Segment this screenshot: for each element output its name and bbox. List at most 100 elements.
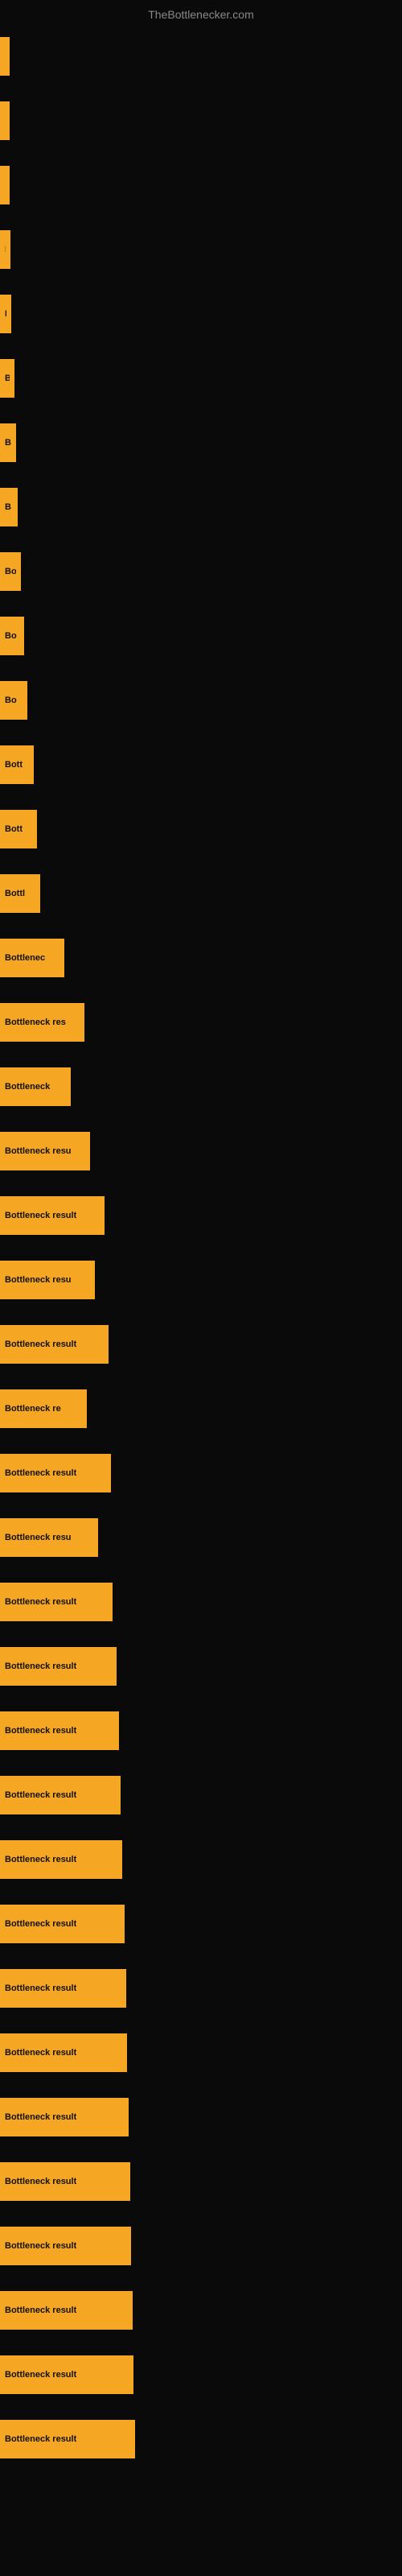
bar-label-38: Bottleneck result (5, 2434, 76, 2444)
bar-row: Bottleneck result (0, 1441, 402, 1505)
bar-row (0, 24, 402, 89)
bar-label-24: Bottleneck resu (5, 1533, 72, 1542)
bar-row: Bo (0, 539, 402, 604)
bar-7: B (0, 423, 16, 462)
bar-label-18: Bottleneck resu (5, 1146, 72, 1156)
bar-18: Bottleneck resu (0, 1132, 90, 1170)
bar-label-12: Bott (5, 760, 23, 770)
bar-9: Bo (0, 552, 21, 591)
bar-11: Bo (0, 681, 27, 720)
bar-label-30: Bottleneck result (5, 1919, 76, 1929)
bar-6: B (0, 359, 14, 398)
bar-label-8: B (5, 502, 11, 512)
bar-row: Bottleneck result (0, 1892, 402, 1956)
bar-label-9: Bo (5, 567, 16, 576)
bar-row: Bottleneck result (0, 1183, 402, 1248)
bar-21: Bottleneck result (0, 1325, 109, 1364)
bar-row: E (0, 153, 402, 217)
bar-label-36: Bottleneck result (5, 2306, 76, 2315)
bar-35: Bottleneck result (0, 2227, 131, 2265)
bar-row: B (0, 475, 402, 539)
bar-33: Bottleneck result (0, 2098, 129, 2136)
bar-row: Bottleneck result (0, 1699, 402, 1763)
bar-label-17: Bottleneck (5, 1082, 50, 1092)
bar-row: Bottleneck resu (0, 1505, 402, 1570)
bar-5: E (0, 295, 11, 333)
bar-22: Bottleneck re (0, 1389, 87, 1428)
bar-row: Bottleneck re (0, 1377, 402, 1441)
bar-15: Bottlenec (0, 939, 64, 977)
bar-label-26: Bottleneck result (5, 1662, 76, 1671)
bar-29: Bottleneck result (0, 1840, 122, 1879)
bar-37: Bottleneck result (0, 2355, 133, 2394)
bar-34: Bottleneck result (0, 2162, 130, 2201)
bar-row: Bottl (0, 861, 402, 926)
bar-row: Bottleneck result (0, 2407, 402, 2471)
bar-label-27: Bottleneck result (5, 1726, 76, 1736)
bar-14: Bottl (0, 874, 40, 913)
bars-container: E E E B B B Bo Bo Bo Bott Bott Bottl Bottlenec Bottle… (0, 24, 402, 2471)
bar-label-22: Bottleneck re (5, 1404, 61, 1414)
bar-26: Bottleneck result (0, 1647, 117, 1686)
bar-label-16: Bottleneck res (5, 1018, 66, 1027)
bar-24: Bottleneck resu (0, 1518, 98, 1557)
bar-row: B (0, 411, 402, 475)
bar-row: Bottleneck result (0, 1570, 402, 1634)
bar-row (0, 89, 402, 153)
bar-label-23: Bottleneck result (5, 1468, 76, 1478)
bar-10: Bo (0, 617, 24, 655)
bar-row: Bottleneck (0, 1055, 402, 1119)
bar-label-37: Bottleneck result (5, 2370, 76, 2380)
bar-row: E (0, 217, 402, 282)
bar-2 (0, 101, 10, 140)
bar-1 (0, 37, 10, 76)
bar-12: Bott (0, 745, 34, 784)
bar-38: Bottleneck result (0, 2420, 135, 2458)
bar-row: Bottleneck res (0, 990, 402, 1055)
bar-28: Bottleneck result (0, 1776, 121, 1814)
bar-row: Bottleneck result (0, 2021, 402, 2085)
bar-label-34: Bottleneck result (5, 2177, 76, 2186)
bar-label-19: Bottleneck result (5, 1211, 76, 1220)
bar-label-10: Bo (5, 631, 17, 641)
bar-row: Bottlenec (0, 926, 402, 990)
bar-8: B (0, 488, 18, 526)
bar-label-28: Bottleneck result (5, 1790, 76, 1800)
bar-row: Bottleneck result (0, 2149, 402, 2214)
bar-row: Bottleneck result (0, 2278, 402, 2343)
bar-row: Bottleneck result (0, 2214, 402, 2278)
bar-32: Bottleneck result (0, 2033, 127, 2072)
bar-label-13: Bott (5, 824, 23, 834)
bar-label-14: Bottl (5, 889, 25, 898)
bar-25: Bottleneck result (0, 1583, 113, 1621)
bar-row: Bottleneck result (0, 1312, 402, 1377)
bar-label-21: Bottleneck result (5, 1340, 76, 1349)
bar-4: E (0, 230, 10, 269)
bar-label-35: Bottleneck result (5, 2241, 76, 2251)
bar-3: E (0, 166, 10, 204)
bar-23: Bottleneck result (0, 1454, 111, 1492)
bar-label-29: Bottleneck result (5, 1855, 76, 1864)
bar-19: Bottleneck result (0, 1196, 105, 1235)
bar-label-31: Bottleneck result (5, 1984, 76, 1993)
bar-row: Bott (0, 733, 402, 797)
bar-label-11: Bo (5, 696, 17, 705)
bar-row: Bottleneck result (0, 1634, 402, 1699)
bar-label-20: Bottleneck resu (5, 1275, 72, 1285)
bar-label-15: Bottlenec (5, 953, 45, 963)
bar-row: Bottleneck resu (0, 1119, 402, 1183)
bar-13: Bott (0, 810, 37, 848)
bar-36: Bottleneck result (0, 2291, 133, 2330)
bar-row: Bottleneck result (0, 1827, 402, 1892)
bar-label-33: Bottleneck result (5, 2112, 76, 2122)
bar-label-25: Bottleneck result (5, 1597, 76, 1607)
bar-31: Bottleneck result (0, 1969, 126, 2008)
bar-16: Bottleneck res (0, 1003, 84, 1042)
bar-row: E (0, 282, 402, 346)
bar-label-4: E (5, 245, 6, 254)
bar-20: Bottleneck resu (0, 1261, 95, 1299)
bar-label-6: B (5, 374, 10, 383)
bar-27: Bottleneck result (0, 1711, 119, 1750)
bar-label-5: E (5, 309, 6, 319)
bar-label-7: B (5, 438, 11, 448)
